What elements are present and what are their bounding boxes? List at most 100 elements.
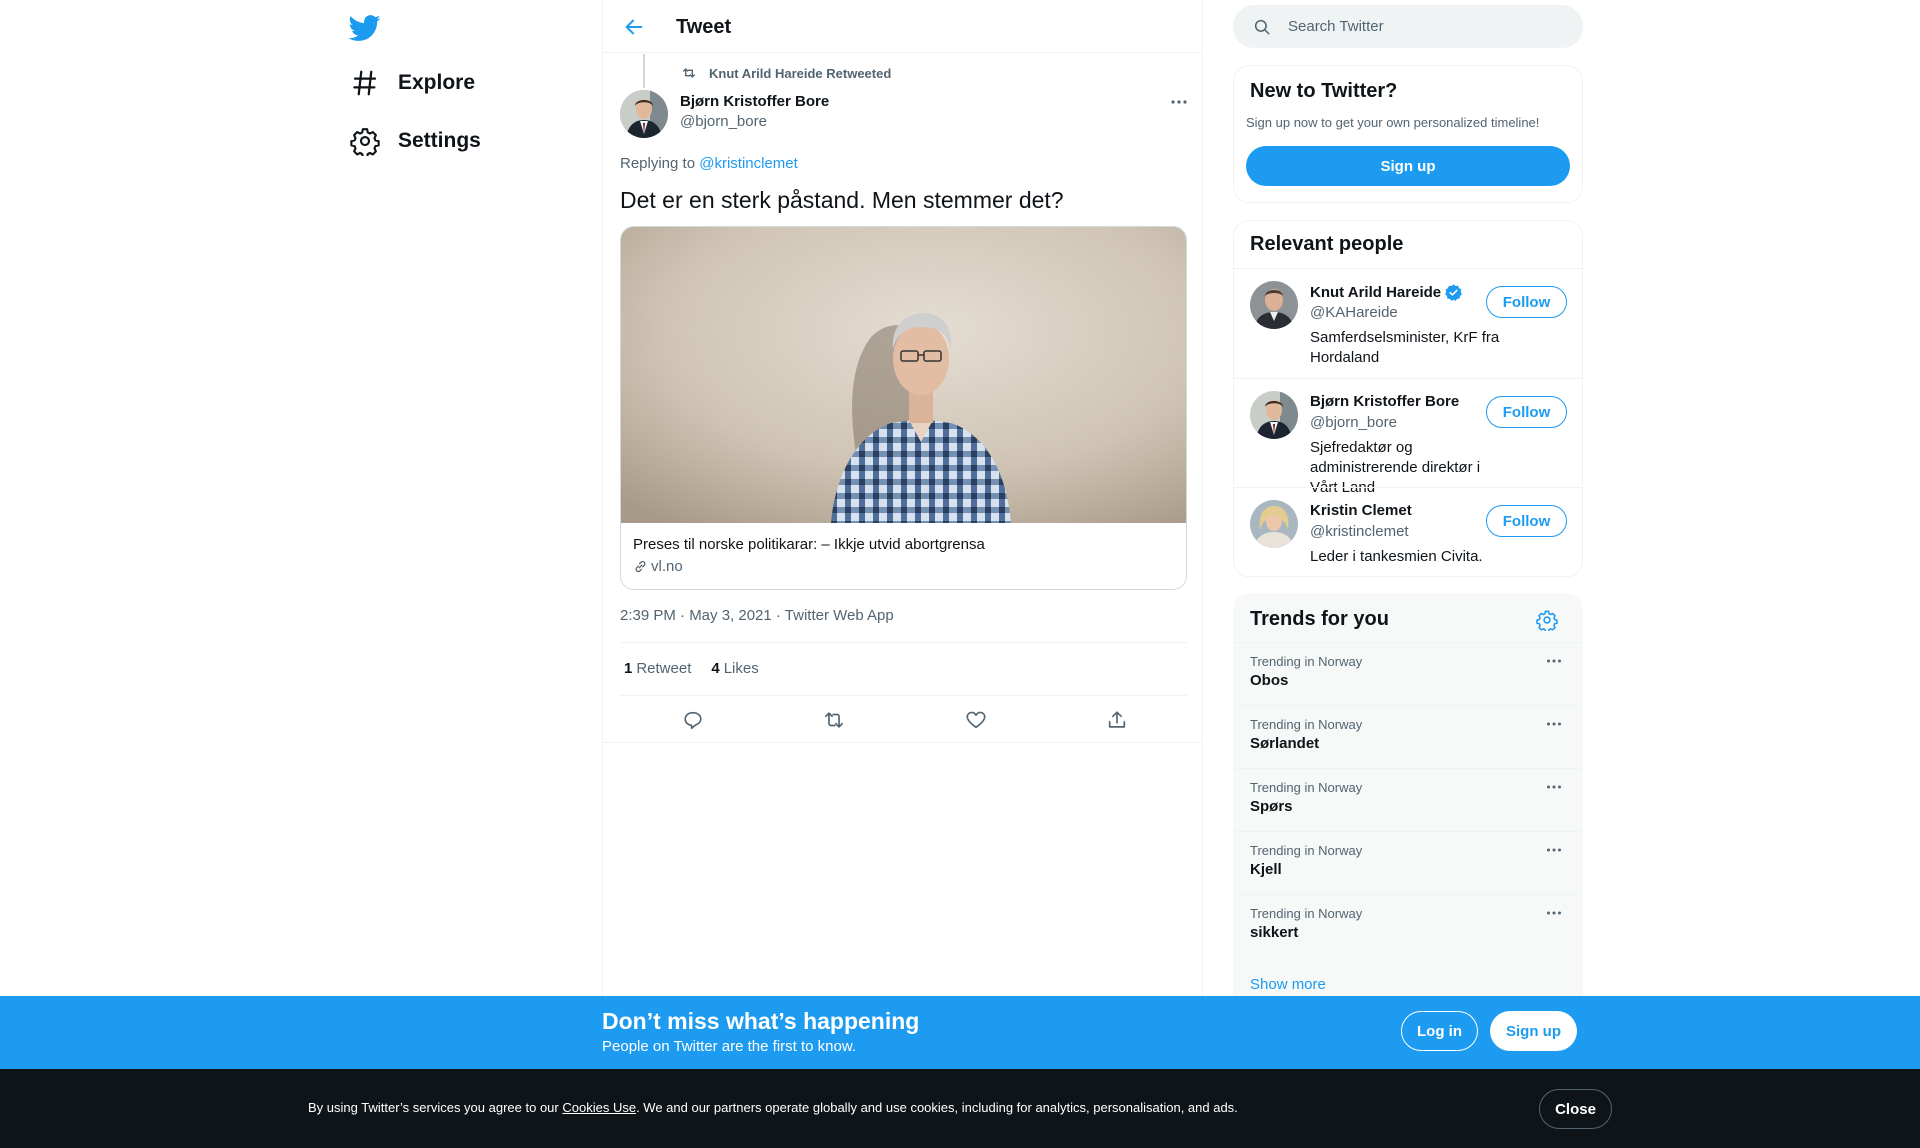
retweet-icon[interactable] <box>823 709 845 731</box>
hashtag-icon <box>350 68 380 98</box>
trend-context: Trending in Norway <box>1250 843 1363 858</box>
tweet-stats: 1 Retweet 4 Likes <box>624 660 779 677</box>
banner-heading: Don’t miss what’s happening <box>602 1008 920 1034</box>
author-handle[interactable]: @bjorn_bore <box>680 113 767 130</box>
retweets-stat[interactable]: 1 Retweet <box>624 660 691 677</box>
person-card[interactable]: Knut Arild Hareide @KAHareide Samferdsel… <box>1234 269 1582 379</box>
retweets-count: 1 <box>624 660 633 677</box>
trend-name: Kjell <box>1250 861 1282 878</box>
trend-name: Sørlandet <box>1250 735 1320 752</box>
sidebar-signup-button[interactable]: Sign up <box>1246 146 1570 186</box>
trend-item[interactable]: Trending in Norway sikkert <box>1234 894 1582 957</box>
person-handle: @kristinclemet <box>1310 523 1409 540</box>
new-to-twitter-heading: New to Twitter? <box>1250 80 1398 102</box>
trend-name: sikkert <box>1250 924 1299 941</box>
person-handle: @bjorn_bore <box>1310 414 1397 431</box>
follow-button[interactable]: Follow <box>1486 286 1567 318</box>
replying-to-link[interactable]: @kristinclemet <box>699 155 798 172</box>
page-title: Tweet <box>676 16 732 38</box>
divider <box>620 695 1187 696</box>
link-icon <box>633 559 648 574</box>
divider <box>620 642 1187 643</box>
nav-settings-label: Settings <box>398 129 481 152</box>
person-handle: @KAHareide <box>1310 304 1398 321</box>
person-card[interactable]: Kristin Clemet @kristinclemet Leder i ta… <box>1234 488 1582 576</box>
follow-button[interactable]: Follow <box>1486 505 1567 537</box>
cookies-use-link[interactable]: Cookies Use <box>562 1100 636 1115</box>
replying-to: Replying to @kristinclemet <box>620 155 798 172</box>
column-header: Tweet <box>603 0 1202 53</box>
person-card[interactable]: Bjørn Kristoffer Bore @bjorn_bore Sjefre… <box>1234 379 1582 496</box>
person-name: Kristin Clemet <box>1310 502 1412 519</box>
new-to-twitter: New to Twitter? Sign up now to get your … <box>1233 65 1583 203</box>
card-image <box>621 227 1186 523</box>
cookie-text-before: By using Twitter’s services you agree to… <box>308 1100 563 1115</box>
avatar[interactable] <box>1250 500 1298 548</box>
link-card[interactable]: Preses til norske politikarar: – Ikkje u… <box>620 226 1187 590</box>
reply-icon[interactable] <box>682 709 704 731</box>
login-banner: Don’t miss what’s happening People on Tw… <box>0 996 1920 1069</box>
signup-button[interactable]: Sign up <box>1490 1011 1577 1051</box>
search-placeholder: Search Twitter <box>1288 18 1384 35</box>
tweet-column: Tweet Knut Arild Hareide Retweeted Bjørn… <box>602 0 1203 1148</box>
likes-label: Likes <box>723 660 759 677</box>
twitter-bird-icon[interactable] <box>349 12 381 44</box>
share-icon[interactable] <box>1106 709 1128 731</box>
verified-badge-icon <box>1444 283 1463 302</box>
follow-button[interactable]: Follow <box>1486 396 1567 428</box>
avatar[interactable] <box>1250 281 1298 329</box>
retweet-context[interactable]: Knut Arild Hareide Retweeted <box>681 65 891 81</box>
person-name-label: Kristin Clemet <box>1310 502 1412 519</box>
more-icon[interactable] <box>1544 651 1564 671</box>
show-more-link[interactable]: Show more <box>1250 976 1326 993</box>
new-to-twitter-subtext: Sign up now to get your own personalized… <box>1246 115 1540 130</box>
tweet-meta[interactable]: 2:39 PM · May 3, 2021 · Twitter Web App <box>620 607 894 624</box>
person-name: Knut Arild Hareide <box>1310 283 1463 302</box>
trend-name: Spørs <box>1250 798 1293 815</box>
relevant-people: Relevant people Knut Arild Hareide @KAHa… <box>1233 220 1583 577</box>
more-icon[interactable] <box>1544 777 1564 797</box>
close-button[interactable]: Close <box>1539 1089 1612 1129</box>
heart-icon[interactable] <box>965 709 987 731</box>
retweets-label: Retweet <box>636 660 692 677</box>
retweet-icon <box>681 65 697 81</box>
trend-name: Obos <box>1250 672 1289 689</box>
author-name[interactable]: Bjørn Kristoffer Bore <box>680 93 829 110</box>
cookie-text-after: . We and our partners operate globally a… <box>636 1100 1238 1115</box>
trends-for-you: Trends for you Trending in Norway Obos T… <box>1233 593 1583 1013</box>
tweet-text: Det er en sterk påstand. Men stemmer det… <box>620 187 1064 213</box>
thread-line <box>643 54 645 88</box>
tweet-actions <box>603 697 1202 743</box>
cookie-banner: By using Twitter’s services you agree to… <box>0 1069 1920 1148</box>
card-domain-label: vl.no <box>651 558 683 575</box>
gear-icon <box>350 126 380 156</box>
nav-explore[interactable]: Explore <box>350 63 475 103</box>
trends-heading: Trends for you <box>1250 608 1389 630</box>
gear-icon[interactable] <box>1536 609 1558 631</box>
nav-settings[interactable]: Settings <box>350 121 481 161</box>
person-name: Bjørn Kristoffer Bore <box>1310 393 1459 410</box>
trend-item[interactable]: Trending in Norway Sørlandet <box>1234 705 1582 768</box>
more-icon[interactable] <box>1168 91 1190 113</box>
login-button[interactable]: Log in <box>1401 1011 1478 1051</box>
avatar[interactable] <box>1250 391 1298 439</box>
arrow-left-icon[interactable] <box>623 16 645 38</box>
trend-item[interactable]: Trending in Norway Kjell <box>1234 831 1582 894</box>
search-input[interactable]: Search Twitter <box>1233 5 1583 48</box>
likes-count: 4 <box>711 660 720 677</box>
relevant-people-heading: Relevant people <box>1250 233 1404 255</box>
person-name-label: Knut Arild Hareide <box>1310 284 1442 301</box>
card-title: Preses til norske politikarar: – Ikkje u… <box>633 536 985 553</box>
person-bio: Leder i tankesmien Civita. <box>1310 548 1483 565</box>
trend-context: Trending in Norway <box>1250 780 1363 795</box>
trend-item[interactable]: Trending in Norway Spørs <box>1234 768 1582 831</box>
trend-context: Trending in Norway <box>1250 654 1363 669</box>
trend-item[interactable]: Trending in Norway Obos <box>1234 642 1582 705</box>
avatar[interactable] <box>620 90 668 138</box>
replying-prefix: Replying to <box>620 155 700 172</box>
likes-stat[interactable]: 4 Likes <box>711 660 758 677</box>
more-icon[interactable] <box>1544 714 1564 734</box>
more-icon[interactable] <box>1544 840 1564 860</box>
more-icon[interactable] <box>1544 903 1564 923</box>
card-domain: vl.no <box>633 558 683 575</box>
